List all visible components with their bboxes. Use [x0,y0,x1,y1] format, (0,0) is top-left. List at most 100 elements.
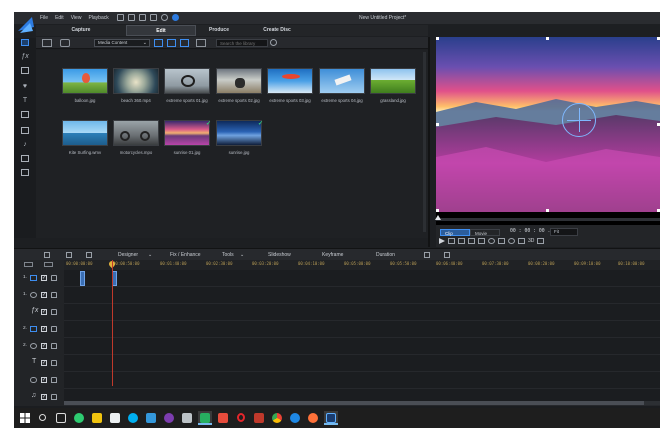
media-item[interactable]: Kite Surfing.wmv [62,120,110,155]
rotate-handle-icon[interactable] [562,103,596,137]
pdf-icon[interactable] [216,411,230,425]
track-enable-checkbox[interactable]: ✓ [41,275,47,281]
more-features-icon[interactable] [444,252,450,258]
resize-handle[interactable] [436,123,439,126]
plugins-icon[interactable] [60,39,70,47]
timeline-ruler[interactable]: 00:00:00:00 00:00:50:00 00:01:40:00 00:0… [14,259,660,270]
photos-icon[interactable] [144,411,158,425]
media-item[interactable]: extreme sports 04.jpg [319,68,367,103]
movie-mode-button[interactable]: Movie [470,229,500,236]
next-frame-icon[interactable] [468,238,475,244]
search-icon[interactable] [36,411,50,425]
trash-icon[interactable] [424,252,430,258]
media-item[interactable]: balloon.jpg [62,68,110,103]
search-icon[interactable] [270,39,277,46]
volume-icon[interactable] [488,238,495,244]
zoom-in-icon[interactable] [44,262,53,267]
import-icon[interactable] [42,39,52,47]
media-item[interactable]: grassland.jpg [370,68,418,103]
playhead-line[interactable] [112,260,113,386]
tab-capture[interactable]: Capture [46,25,116,36]
filter-audio-icon[interactable] [180,39,189,47]
opera-icon[interactable] [234,411,248,425]
undock-icon[interactable] [518,238,525,244]
lock-icon[interactable] [51,343,57,349]
track-enable-checkbox[interactable]: ✓ [41,377,47,383]
media-item[interactable]: extreme sports 02.jpg [216,68,264,103]
fix-enhance-button[interactable]: Fix / Enhance [170,252,201,258]
timeline-scrollbar[interactable] [64,401,660,405]
crop-icon[interactable] [86,252,92,258]
timeline-settings-icon[interactable] [44,252,50,258]
resize-handle[interactable] [436,209,439,212]
menu-file[interactable]: File [40,15,48,21]
zoom-out-icon[interactable] [24,262,33,267]
transition-room-button[interactable] [20,110,30,119]
snapshot-icon[interactable] [498,238,505,244]
filter-image-icon[interactable] [167,39,176,47]
menu-edit[interactable]: Edit [55,15,64,21]
media-item[interactable]: extreme sports 01.jpg [164,68,212,103]
filter-video-icon[interactable] [154,39,163,47]
undo-icon[interactable] [128,14,135,21]
media-item[interactable]: beach 360.mp4 [113,68,161,103]
track-enable-checkbox[interactable]: ✓ [41,292,47,298]
designer-button[interactable]: Designer [118,252,138,258]
store-icon[interactable] [108,411,122,425]
chrome-icon[interactable] [270,411,284,425]
link-icon[interactable] [66,252,72,258]
pip-room-button[interactable] [20,66,30,75]
panel-divider[interactable] [428,37,430,247]
redo-icon[interactable] [139,14,146,21]
duration-button[interactable]: Duration [376,252,395,258]
lock-icon[interactable] [51,326,57,332]
view-options-icon[interactable] [196,39,206,47]
green-app-icon[interactable] [198,411,212,425]
media-content-dropdown[interactable]: Media Content ⌄ [94,39,150,47]
clip-mode-button[interactable]: Clip [440,229,470,236]
track-enable-checkbox[interactable]: ✓ [41,309,47,315]
scrubber-knob[interactable] [435,215,441,220]
explorer-icon[interactable] [90,411,104,425]
camera-icon[interactable] [508,238,515,244]
save-icon[interactable] [117,14,124,21]
fast-forward-icon[interactable] [478,238,485,244]
powerdirector-icon[interactable] [324,411,338,425]
lock-icon[interactable] [51,394,57,400]
search-input[interactable] [216,39,268,47]
calendar-icon[interactable] [180,411,194,425]
fx-room-button[interactable]: ƒx [20,52,30,61]
preview-scrubber[interactable] [435,215,660,221]
start-icon[interactable] [18,411,32,425]
particle-room-button[interactable]: ♥ [20,82,30,91]
zoom-fit-dropdown[interactable]: Fit [550,228,578,236]
voice-over-button[interactable]: ♪ [20,140,30,149]
audio-mixing-button[interactable] [20,126,30,135]
subtitle-room-button[interactable] [20,168,30,177]
settings-icon[interactable] [161,14,168,21]
track-video-2[interactable]: 2. ✓ [14,321,660,338]
track-enable-checkbox[interactable]: ✓ [41,360,47,366]
upgrade-icon[interactable] [172,14,179,21]
track-voice[interactable]: ✓ [14,372,660,389]
track-audio-1[interactable]: 1. ✓ [14,287,660,304]
prev-frame-icon[interactable] [458,238,465,244]
lock-icon[interactable] [51,292,57,298]
lock-icon[interactable] [51,275,57,281]
track-effect[interactable]: ƒx ✓ [14,304,660,321]
media-item[interactable]: motorcycles.mpo [113,120,161,155]
slideshow-button[interactable]: Slideshow [268,252,291,258]
title-room-button[interactable]: T [20,96,30,105]
edge-icon[interactable] [288,411,302,425]
library-scrollbar[interactable] [423,52,426,232]
media-item[interactable]: ✓ sunrise 01.jpg [164,120,212,155]
resize-handle[interactable] [436,37,439,40]
track-enable-checkbox[interactable]: ✓ [41,394,47,400]
stop-icon[interactable] [448,238,455,244]
play-icon[interactable] [439,238,445,244]
acrobat-icon[interactable] [252,411,266,425]
task-view-icon[interactable] [54,411,68,425]
viber-icon[interactable] [162,411,176,425]
tab-create-disc[interactable]: Create Disc [242,25,312,36]
chapter-room-button[interactable] [20,154,30,163]
